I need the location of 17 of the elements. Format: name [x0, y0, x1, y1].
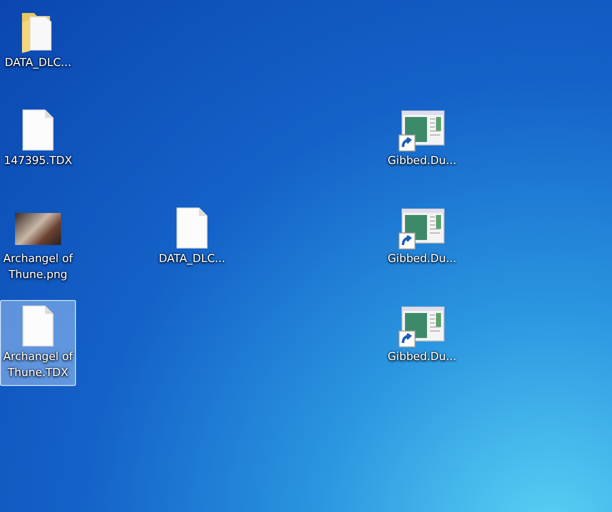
icon-label: Archangel of Thune.png	[2, 251, 74, 283]
desktop-icon[interactable]: Archangel of Thune.png	[0, 202, 76, 288]
icon-label: 147395.TDX	[2, 153, 74, 169]
desktop-icon[interactable]: Gibbed.Du...	[384, 202, 460, 288]
desktop-icon[interactable]: DATA_DLC...	[154, 202, 230, 288]
icon-label: Gibbed.Du...	[386, 251, 458, 267]
desktop-icon[interactable]: Archangel of Thune.TDX	[0, 300, 76, 386]
desktop-icon[interactable]: DATA_DLC...	[0, 6, 76, 92]
icon-label: Archangel of Thune.TDX	[2, 349, 74, 381]
desktop-icon[interactable]: 147395.TDX	[0, 104, 76, 190]
image-thumbnail	[15, 213, 61, 245]
desktop-icon[interactable]: Gibbed.Du...	[384, 104, 460, 190]
icon-label: Gibbed.Du...	[386, 153, 458, 169]
desktop-icon[interactable]: Gibbed.Du...	[384, 300, 460, 386]
icon-label: DATA_DLC...	[4, 55, 72, 71]
icon-label: Gibbed.Du...	[386, 349, 458, 365]
icon-label: DATA_DLC...	[158, 251, 226, 267]
